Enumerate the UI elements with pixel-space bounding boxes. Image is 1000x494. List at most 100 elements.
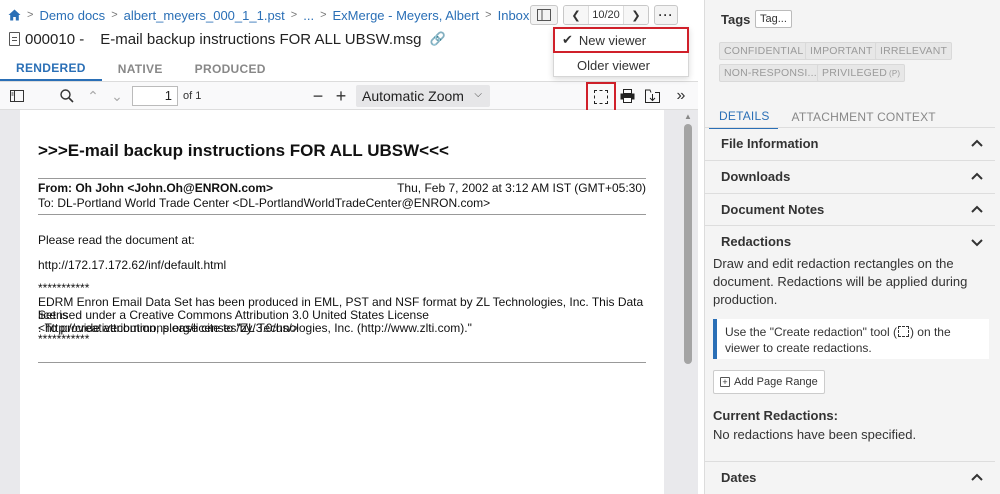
current-redactions-heading: Current Redactions: (713, 408, 838, 423)
add-tag-button[interactable]: Tag... (755, 10, 792, 28)
viewer-menu: ✔ New viewer Older viewer (553, 27, 689, 77)
link-icon[interactable]: 🔗 (429, 31, 445, 47)
app-root: > Demo docs > albert_meyers_000_1_1.pst … (0, 0, 1000, 494)
divider (38, 362, 646, 363)
zoom-out-icon[interactable]: − (309, 86, 327, 106)
chevron-right-icon: > (111, 9, 118, 21)
document-icon (9, 32, 20, 46)
tab-attachment-context[interactable]: ATTACHMENT CONTEXT (778, 105, 944, 129)
zoom-select-value: Automatic Zoom (362, 88, 464, 104)
next-document-button[interactable]: ❯ (624, 6, 648, 24)
section-label: Document Notes (721, 202, 825, 217)
sidebar-toggle-icon[interactable] (8, 87, 26, 105)
section-label: Dates (721, 470, 757, 485)
home-icon[interactable] (8, 9, 21, 21)
tab-native[interactable]: NATIVE (102, 57, 179, 81)
email-from: From: Oh John <John.Oh@ENRON.com> (38, 181, 274, 195)
email-date: Thu, Feb 7, 2002 at 3:12 AM IST (GMT+05:… (397, 181, 646, 195)
document-counter: 10/20 (588, 6, 624, 24)
redaction-info-box: Use the "Create redaction" tool () on th… (713, 319, 989, 359)
scroll-up-icon[interactable]: ▲ (684, 112, 692, 121)
tag-chip-important[interactable]: IMPORTANT (805, 42, 878, 60)
chevron-up-icon (971, 205, 983, 213)
zoom-select[interactable]: Automatic Zoom ⌵ (356, 85, 490, 107)
document-page: >>>E-mail backup instructions FOR ALL UB… (20, 110, 664, 494)
details-tabs: DETAILS ATTACHMENT CONTEXT (705, 105, 1000, 129)
breadcrumb-item-exmerge[interactable]: ExMerge - Meyers, Albert (333, 8, 480, 23)
section-label: Downloads (721, 169, 791, 184)
section-downloads[interactable]: Downloads (705, 160, 995, 192)
chevron-up-icon (971, 172, 983, 180)
tag-chip-privileged[interactable]: PRIVILEGED (P) (817, 64, 906, 82)
section-label: File Information (721, 136, 819, 151)
page-count-label: of 1 (183, 90, 202, 102)
page-title: 000010 - E-mail backup instructions FOR … (9, 29, 446, 49)
panel-icon (537, 9, 551, 21)
section-dates[interactable]: Dates (705, 461, 995, 493)
download-icon[interactable] (643, 87, 661, 105)
more-tools-icon[interactable]: » (672, 87, 690, 105)
chevron-right-icon: > (320, 9, 327, 21)
document-nav: ❮ 10/20 ❯ ··· (530, 5, 678, 27)
zoom-in-icon[interactable]: + (332, 86, 350, 106)
breadcrumb-item-inbox[interactable]: Inbox (498, 8, 530, 23)
chevron-up-icon (971, 139, 983, 147)
plus-icon: + (720, 377, 730, 387)
email-subject: >>>E-mail backup instructions FOR ALL UB… (38, 141, 449, 160)
check-icon: ✔ (562, 32, 573, 47)
menu-item-older-viewer[interactable]: Older viewer (554, 53, 688, 78)
next-page-icon[interactable]: ⌄ (108, 87, 126, 105)
menu-item-label: New viewer (578, 32, 647, 48)
add-page-range-button[interactable]: + Add Page Range (713, 370, 825, 394)
section-redactions[interactable]: Redactions (705, 225, 995, 257)
section-document-notes[interactable]: Document Notes (705, 193, 995, 225)
tab-produced[interactable]: PRODUCED (179, 57, 282, 81)
document-pane: > Demo docs > albert_meyers_000_1_1.pst … (0, 0, 698, 494)
document-title: E-mail backup instructions FOR ALL UBSW.… (100, 30, 422, 48)
chevron-up-icon (971, 473, 983, 481)
info-text-start: Use the "Create redaction" tool ( (725, 325, 897, 339)
breadcrumb-item-demo-docs[interactable]: Demo docs (39, 8, 105, 23)
document-pager: ❮ 10/20 ❯ (563, 5, 649, 25)
email-to: To: DL-Portland World Trade Center <DL-P… (38, 196, 491, 210)
tab-details[interactable]: DETAILS (709, 105, 778, 129)
prev-document-button[interactable]: ❮ (564, 6, 588, 24)
add-page-range-label: Add Page Range (734, 376, 818, 388)
breadcrumb-item-ellipsis[interactable]: ... (303, 8, 314, 23)
section-file-information[interactable]: File Information (705, 127, 995, 159)
redactions-description: Draw and edit redaction rectangles on th… (713, 256, 968, 307)
email-body-link: http://172.17.172.62/inf/default.html (38, 258, 227, 272)
email-body-line: Please read the document at: (38, 233, 195, 247)
page-number-input[interactable]: 1 (132, 86, 178, 106)
viewer-toolbar: ⌃ ⌄ 1 of 1 − + Automatic Zoom ⌵ » (0, 82, 698, 112)
menu-item-label: Older viewer (577, 58, 650, 73)
tag-chip-non-responsive[interactable]: NON-RESPONSI... (719, 64, 822, 82)
scrollbar-thumb[interactable] (684, 124, 692, 364)
redaction-tool-icon (594, 90, 608, 104)
divider (38, 178, 646, 179)
panel-toggle-button[interactable] (530, 5, 558, 25)
breadcrumb-item-pst[interactable]: albert_meyers_000_1_1.pst (124, 8, 285, 23)
section-label: Redactions (721, 234, 792, 249)
email-body-stars: *********** (38, 332, 90, 346)
tag-chip-confidential[interactable]: CONFIDENTIAL (719, 42, 809, 60)
redaction-tool-icon (897, 326, 909, 337)
search-icon[interactable] (58, 87, 76, 105)
chevron-right-icon: > (485, 9, 492, 21)
chevron-down-icon: ⌵ (474, 89, 482, 100)
tab-rendered[interactable]: RENDERED (0, 57, 102, 81)
tag-chip-irrelevant[interactable]: IRRELEVANT (875, 42, 953, 60)
divider (38, 214, 646, 215)
details-sidebar: Tags Tag... CONFIDENTIAL IMPORTANT IRREL… (704, 0, 1000, 494)
more-options-button[interactable]: ··· (654, 5, 678, 25)
previous-page-icon[interactable]: ⌃ (84, 87, 102, 105)
email-body-line: . To provide attribution, please cite to… (38, 321, 472, 335)
tag-chip-label: PRIVILEGED (822, 67, 888, 79)
chevron-right-icon: > (290, 9, 298, 21)
menu-item-new-viewer[interactable]: ✔ New viewer (553, 27, 689, 53)
tags-heading: Tags (721, 12, 751, 27)
create-redaction-button[interactable] (586, 82, 616, 112)
breadcrumb: > Demo docs > albert_meyers_000_1_1.pst … (8, 6, 545, 24)
viewer-scrollbar[interactable]: ▲ (682, 110, 694, 494)
print-icon[interactable] (618, 87, 636, 105)
